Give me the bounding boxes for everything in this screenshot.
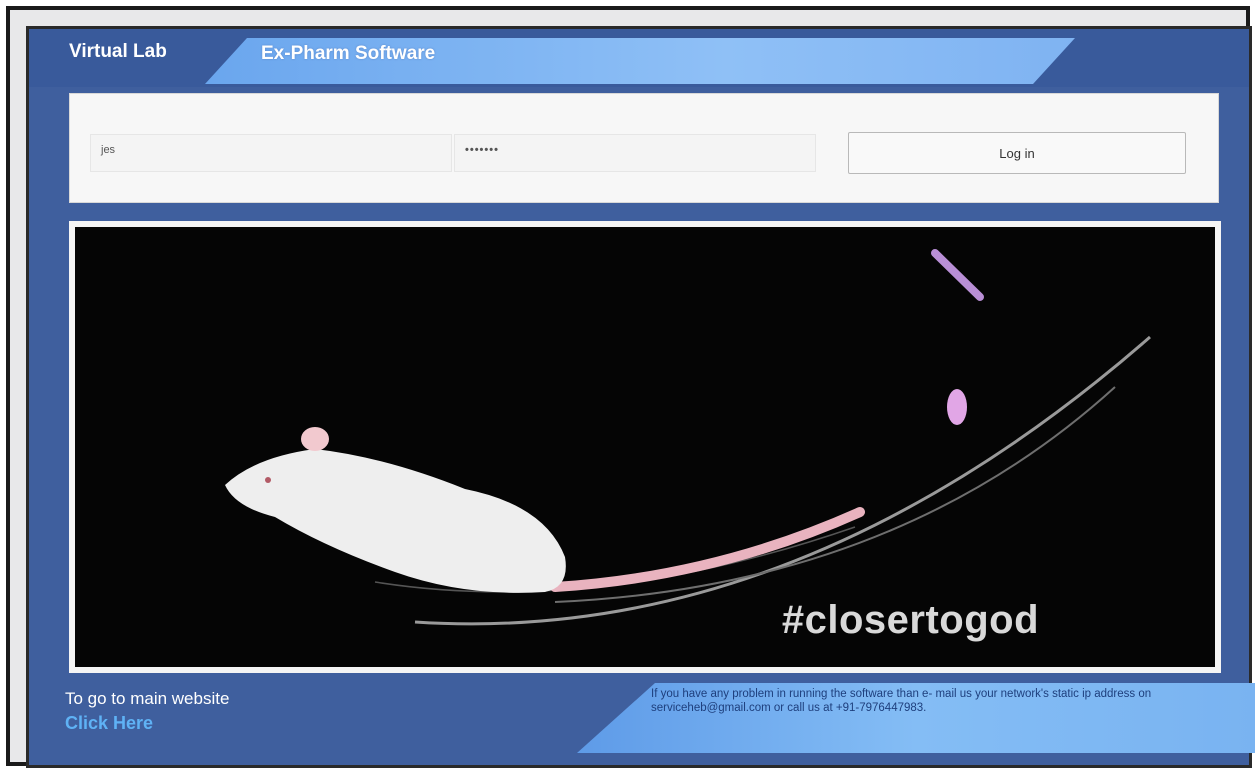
software-title: Ex-Pharm Software — [261, 43, 436, 64]
wheel-highlight-mid — [947, 389, 967, 425]
hero-image: #closertogod — [75, 227, 1215, 667]
click-here-link[interactable]: Click Here — [65, 713, 153, 734]
wheel-arc-inner — [554, 386, 1116, 603]
brand-title: Virtual Lab — [69, 41, 167, 62]
hero-frame: #closertogod — [69, 221, 1221, 673]
mouse-body — [225, 449, 566, 593]
wheel-highlight-top — [931, 249, 984, 301]
main-website-text: To go to main website — [65, 689, 230, 708]
login-button[interactable]: Log in — [848, 132, 1186, 174]
app-window: Virtual Lab Ex-Pharm Software jes ••••••… — [26, 26, 1255, 768]
mouse-tail — [550, 507, 865, 592]
login-panel: jes ••••••• Log in — [69, 93, 1219, 203]
outer-frame: Virtual Lab Ex-Pharm Software jes ••••••… — [6, 6, 1255, 768]
mouse-eye — [265, 477, 271, 483]
title-banner: Ex-Pharm Software — [205, 38, 1075, 84]
password-field[interactable]: ••••••• — [454, 134, 816, 172]
header-bar: Virtual Lab Ex-Pharm Software — [29, 29, 1249, 87]
hashtag-caption: #closertogod — [781, 598, 1039, 642]
mouse-wheel-illustration — [225, 249, 1151, 626]
username-field[interactable]: jes — [90, 134, 452, 172]
support-note: If you have any problem in running the s… — [651, 688, 1152, 714]
mouse-ear — [301, 427, 329, 451]
